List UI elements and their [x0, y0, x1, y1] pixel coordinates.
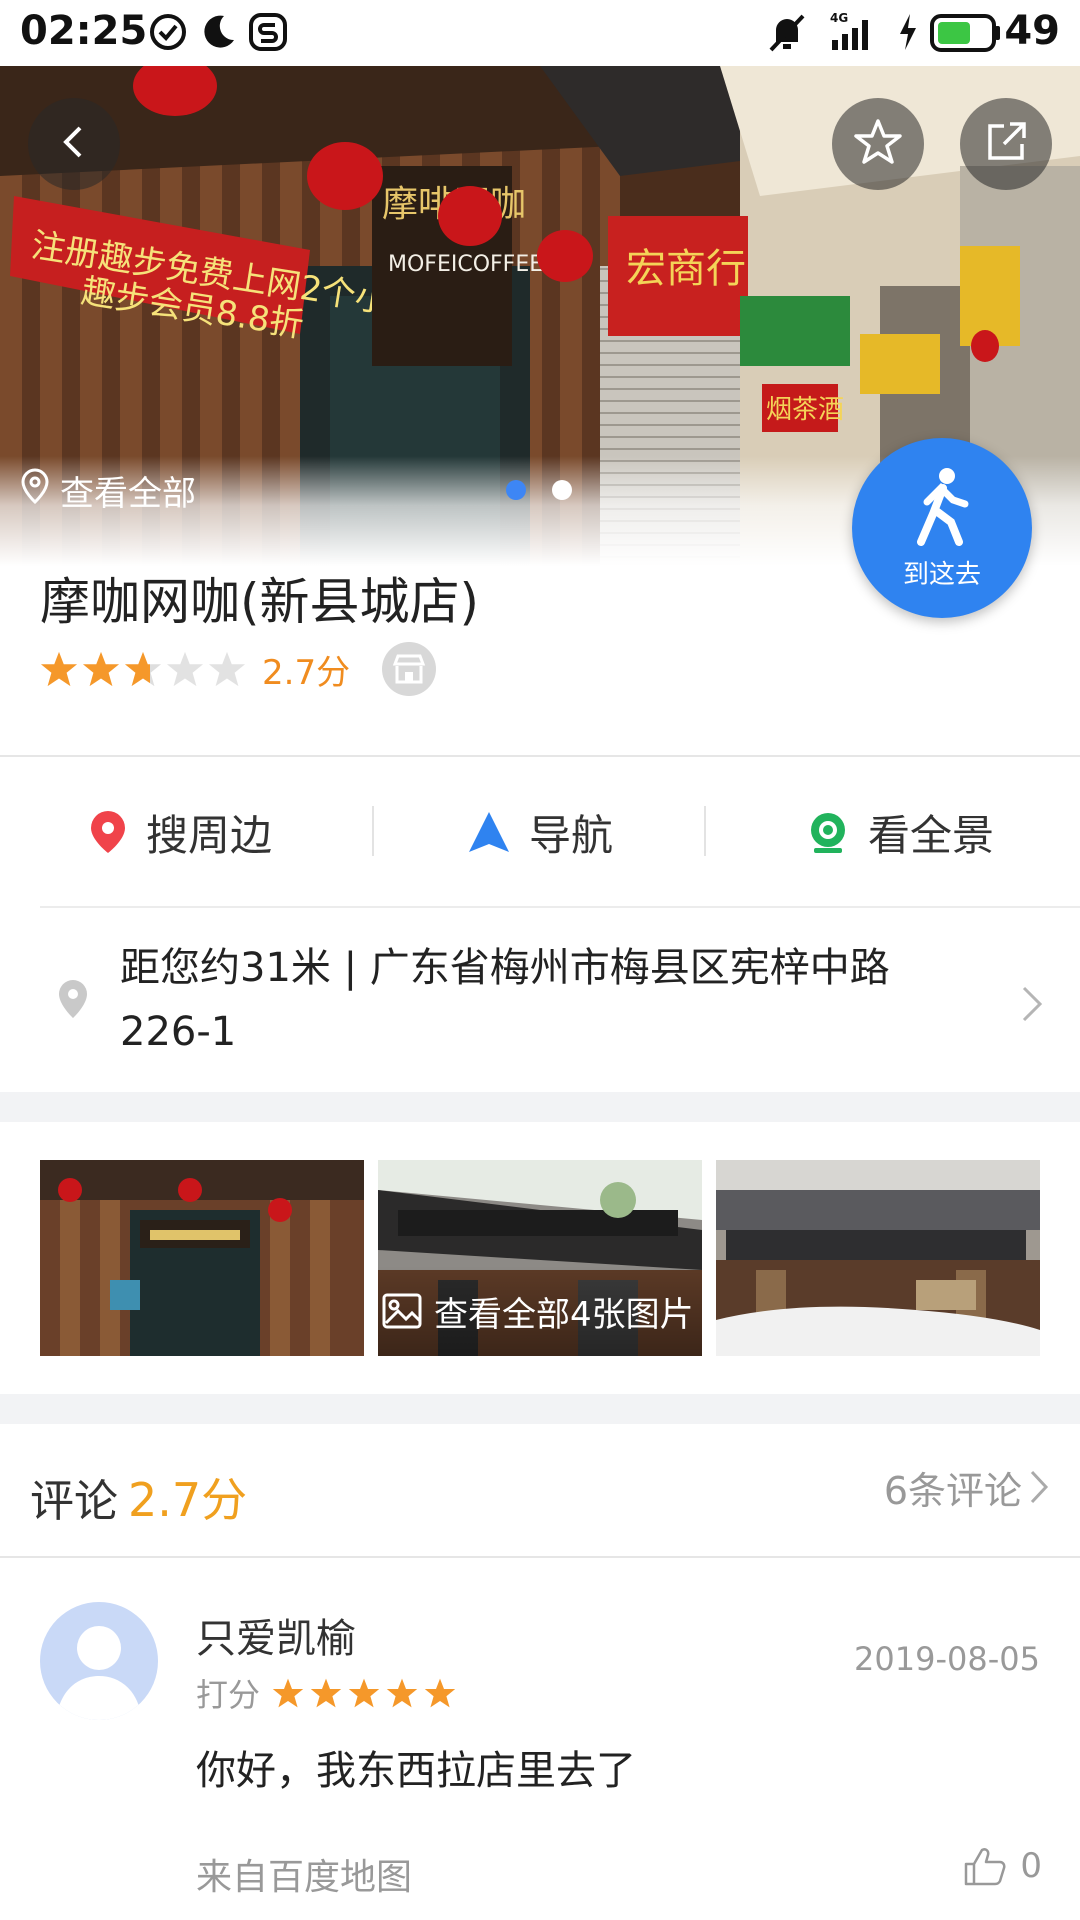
image-icon [382, 1293, 422, 1329]
charging-icon [896, 12, 920, 56]
star-half-icon [124, 651, 162, 687]
thumbs-up-icon [965, 1848, 1006, 1886]
navigation-button[interactable]: 导航 [360, 760, 720, 904]
comment-date: 2019-08-05 [854, 1640, 1040, 1678]
comments-title: 评论 2.7分 [30, 1464, 247, 1530]
comments-header[interactable]: 评论 2.7分 6条评论 [0, 1424, 1080, 1558]
photo-pager [506, 480, 572, 500]
search-nearby-button[interactable]: 搜周边 [0, 760, 360, 904]
star-full-icon [310, 1678, 342, 1708]
share-button[interactable] [960, 98, 1052, 190]
star-full-icon [82, 651, 120, 687]
star-full-icon [348, 1678, 380, 1708]
shop-badge[interactable] [382, 642, 437, 696]
poi-title: 摩咖网咖(新县城店) [40, 573, 480, 631]
comments-count: 6条评论 [883, 1469, 1022, 1513]
comment-username[interactable]: 只爱凯榆 [196, 1606, 356, 1664]
star-empty-icon [208, 651, 246, 687]
signal-icon: 4G [828, 10, 884, 58]
navigation-arrow-icon [468, 812, 509, 852]
comment-score-label: 打分 [196, 1676, 261, 1714]
go-here-label: 到这去 [902, 559, 981, 590]
like-count: 0 [1020, 1846, 1042, 1886]
avatar[interactable] [40, 1602, 158, 1720]
rating-score: 2.7分 [262, 652, 351, 693]
star-full-icon [386, 1678, 418, 1708]
navigation-label: 导航 [528, 810, 613, 860]
photo-thumbnail[interactable] [40, 1160, 364, 1356]
star-full-icon [272, 1678, 304, 1708]
share-icon [982, 118, 1030, 170]
chevron-right-icon [1028, 1468, 1050, 1510]
star-full-icon [424, 1678, 456, 1708]
action-separator [372, 806, 374, 856]
battery-icon [930, 14, 1002, 56]
section-gap [0, 1092, 1080, 1122]
search-nearby-label: 搜周边 [145, 810, 272, 860]
comments-score: 2.7分 [128, 1473, 248, 1527]
pager-dot [506, 480, 526, 500]
check-circle-icon [148, 12, 188, 56]
location-outline-icon [20, 468, 50, 513]
storefront-thumbnail-image [40, 1160, 364, 1356]
view-all-photos-link[interactable]: 查看全部 [20, 466, 196, 515]
back-button[interactable] [28, 98, 120, 190]
star-outline-icon [852, 116, 904, 172]
star-full-icon [40, 651, 78, 687]
mute-icon [766, 12, 808, 58]
s-app-icon [248, 12, 288, 56]
view-all-photos-overlay[interactable]: 查看全部4张图片 [378, 1266, 702, 1356]
like-button[interactable]: 0 [964, 1846, 1042, 1886]
favorite-button[interactable] [832, 98, 924, 190]
svg-text:MOFEICOFFEE: MOFEICOFFEE [388, 252, 543, 277]
moon-icon [198, 12, 238, 56]
network-label: 4G [830, 11, 848, 25]
location-pin-icon [90, 811, 125, 853]
location-pin-icon [56, 978, 90, 1024]
status-bar: 02:25 4G 49 [0, 0, 1080, 66]
section-gap [0, 1394, 1080, 1424]
rating-row: 2.7分 [40, 642, 437, 696]
view-all-label: 查看全部 [60, 474, 196, 514]
action-separator [704, 806, 706, 856]
panorama-button[interactable]: 看全景 [720, 760, 1080, 904]
comment-score-row: 打分 [196, 1670, 462, 1716]
walking-person-icon [907, 466, 977, 552]
view-all-photos-label: 查看全部4张图片 [434, 1294, 694, 1335]
chevron-right-icon [1020, 984, 1044, 1028]
storefront-icon [392, 654, 426, 684]
photo-thumbnail[interactable]: 查看全部4张图片 [378, 1160, 702, 1356]
pager-dot [552, 480, 572, 500]
address-line: 距您约31米 | 广东省梅州市梅县区宪梓中路 [120, 945, 890, 991]
storefront-thumbnail-image [716, 1160, 1040, 1356]
comment-text: 你好，我东西拉店里去了 [196, 1748, 636, 1794]
svg-text:烟茶酒: 烟茶酒 [766, 395, 844, 425]
panorama-icon [810, 813, 845, 853]
go-here-button[interactable]: 到这去 [852, 438, 1032, 618]
status-time: 02:25 [20, 8, 148, 54]
comments-title-label: 评论 [30, 1476, 118, 1527]
divider [0, 755, 1080, 757]
panorama-label: 看全景 [867, 810, 994, 860]
battery-level: 49 [1004, 8, 1060, 54]
divider [0, 1556, 1080, 1558]
photo-strip: 查看全部4张图片 [40, 1160, 1040, 1356]
star-empty-icon [166, 651, 204, 687]
comment-source: 来自百度地图 [196, 1857, 413, 1898]
address-row[interactable]: 距您约31米 | 广东省梅州市梅县区宪梓中路 226-1 [0, 906, 1080, 1092]
address-line: 226-1 [120, 1009, 237, 1055]
photo-thumbnail[interactable] [716, 1160, 1040, 1356]
chevron-left-icon [54, 122, 94, 166]
svg-text:宏商行: 宏商行 [626, 246, 746, 292]
address-text: 距您约31米 | 广东省梅州市梅县区宪梓中路 226-1 [120, 936, 960, 1064]
user-avatar-icon [56, 1626, 142, 1720]
action-row: 搜周边 导航 看全景 [0, 760, 1080, 904]
